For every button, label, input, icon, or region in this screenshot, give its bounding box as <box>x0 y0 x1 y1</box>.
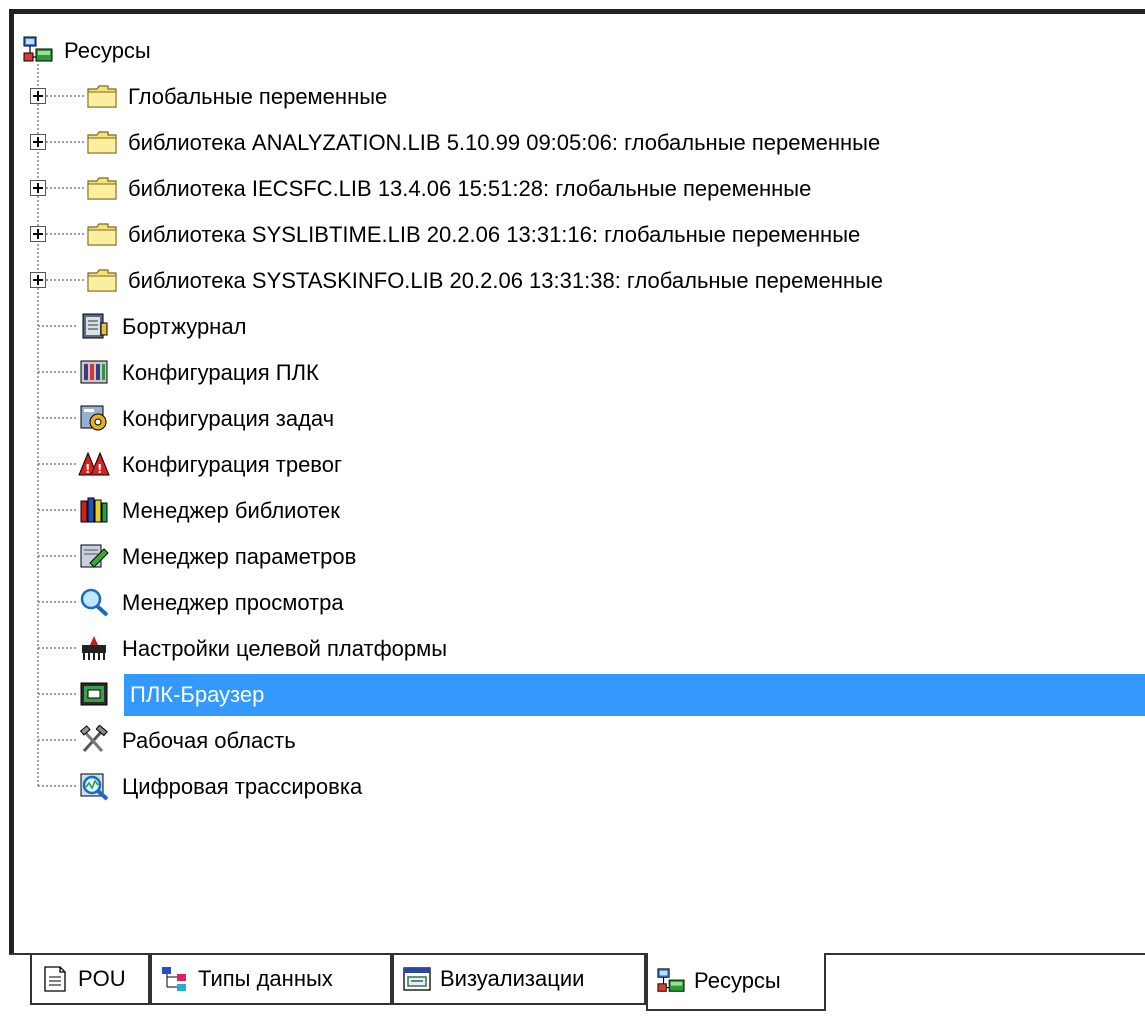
tab-data-types[interactable]: Типы данных <box>150 955 392 1005</box>
svg-text:!: ! <box>97 462 102 476</box>
tree-item-label: Менеджер библиотек <box>122 498 340 523</box>
tab-visualizations[interactable]: Визуализации <box>392 955 646 1005</box>
watch-manager-icon <box>78 587 110 617</box>
tab-label: POU <box>78 966 126 991</box>
expand-plus-icon[interactable] <box>30 272 46 288</box>
tree-item-label: Глобальные переменные <box>128 84 388 109</box>
sampling-trace-icon <box>78 771 110 801</box>
tab-resources[interactable]: Ресурсы <box>646 953 826 1011</box>
resources-tree: Ресурсы Глобальные переменные библиотека… <box>14 14 1145 953</box>
tree-item-label: Бортжурнал <box>122 314 247 339</box>
object-organizer-tabs: POU Типы данных Визуализации Ресурсы <box>0 953 1145 1019</box>
resources-tree-panel: Ресурсы Глобальные переменные библиотека… <box>9 9 1145 953</box>
tree-item-analyzation-lib[interactable]: библиотека ANALYZATION.LIB 5.10.99 09:05… <box>14 122 1145 164</box>
tree-item-label: библиотека SYSLIBTIME.LIB 20.2.06 13:31:… <box>128 222 861 247</box>
expand-plus-icon[interactable] <box>30 226 46 242</box>
folder-icon <box>86 173 118 203</box>
tree-item-parameter-manager[interactable]: Менеджер параметров <box>14 536 1145 578</box>
tree-item-task-configuration[interactable]: Конфигурация задач <box>14 398 1145 440</box>
expand-plus-icon[interactable] <box>30 88 46 104</box>
plc-configuration-icon <box>78 357 110 387</box>
task-configuration-icon <box>78 403 110 433</box>
alarm-configuration-icon: !! <box>78 449 110 479</box>
tree-item-target-settings[interactable]: Настройки целевой платформы <box>14 628 1145 670</box>
tab-label: Ресурсы <box>694 968 781 993</box>
data-types-icon <box>160 965 190 993</box>
tree-item-plc-configuration[interactable]: Конфигурация ПЛК <box>14 352 1145 394</box>
tab-pou[interactable]: POU <box>30 955 150 1005</box>
folder-icon <box>86 127 118 157</box>
tree-item-label: Менеджер параметров <box>122 544 357 569</box>
tree-item-label: библиотека SYSTASKINFO.LIB 20.2.06 13:31… <box>128 268 884 293</box>
tree-item-label: Конфигурация задач <box>122 406 335 431</box>
resources-icon <box>22 35 54 65</box>
tab-label: Типы данных <box>198 966 333 991</box>
tree-item-alarm-configuration[interactable]: !! Конфигурация тревог <box>14 444 1145 486</box>
folder-icon <box>86 265 118 295</box>
tree-item-label: библиотека IECSFC.LIB 13.4.06 15:51:28: … <box>128 176 812 201</box>
tree-item-label: Настройки целевой платформы <box>122 636 448 661</box>
plc-browser-icon <box>78 679 110 709</box>
tree-item-label: Рабочая область <box>122 728 296 753</box>
svg-text:!: ! <box>85 462 90 476</box>
tree-item-label: библиотека ANALYZATION.LIB 5.10.99 09:05… <box>128 130 881 155</box>
tree-item-label: Конфигурация тревог <box>122 452 342 477</box>
logbook-icon <box>78 311 110 341</box>
tree-root-label: Ресурсы <box>64 38 151 63</box>
pou-icon <box>40 965 70 993</box>
tab-label: Визуализации <box>440 966 585 991</box>
folder-icon <box>86 81 118 111</box>
tree-item-logbook[interactable]: Бортжурнал <box>14 306 1145 348</box>
resources-icon <box>656 967 686 995</box>
tree-item-sampling-trace[interactable]: Цифровая трассировка <box>14 766 1145 808</box>
tree-item-label: Конфигурация ПЛК <box>122 360 319 385</box>
tree-item-workspace[interactable]: Рабочая область <box>14 720 1145 762</box>
workspace-icon <box>78 725 110 755</box>
tree-item-systaskinfo-lib[interactable]: библиотека SYSTASKINFO.LIB 20.2.06 13:31… <box>14 260 1145 302</box>
tree-item-watch-manager[interactable]: Менеджер просмотра <box>14 582 1145 624</box>
tree-item-iecsfc-lib[interactable]: библиотека IECSFC.LIB 13.4.06 15:51:28: … <box>14 168 1145 210</box>
tree-item-label: ПЛК-Браузер <box>124 674 1145 716</box>
tree-item-label: Менеджер просмотра <box>122 590 344 615</box>
library-manager-icon <box>78 495 110 525</box>
target-settings-icon <box>78 633 110 663</box>
tree-item-global-variables[interactable]: Глобальные переменные <box>14 76 1145 118</box>
tree-item-plc-browser[interactable]: ПЛК-Браузер <box>14 674 1145 716</box>
tree-item-syslibtime-lib[interactable]: библиотека SYSLIBTIME.LIB 20.2.06 13:31:… <box>14 214 1145 256</box>
tree-root-resources[interactable]: Ресурсы <box>14 30 1145 72</box>
visualizations-icon <box>402 965 432 993</box>
folder-icon <box>86 219 118 249</box>
parameter-manager-icon <box>78 541 110 571</box>
tree-item-library-manager[interactable]: Менеджер библиотек <box>14 490 1145 532</box>
expand-plus-icon[interactable] <box>30 134 46 150</box>
tree-item-label: Цифровая трассировка <box>122 774 363 799</box>
expand-plus-icon[interactable] <box>30 180 46 196</box>
